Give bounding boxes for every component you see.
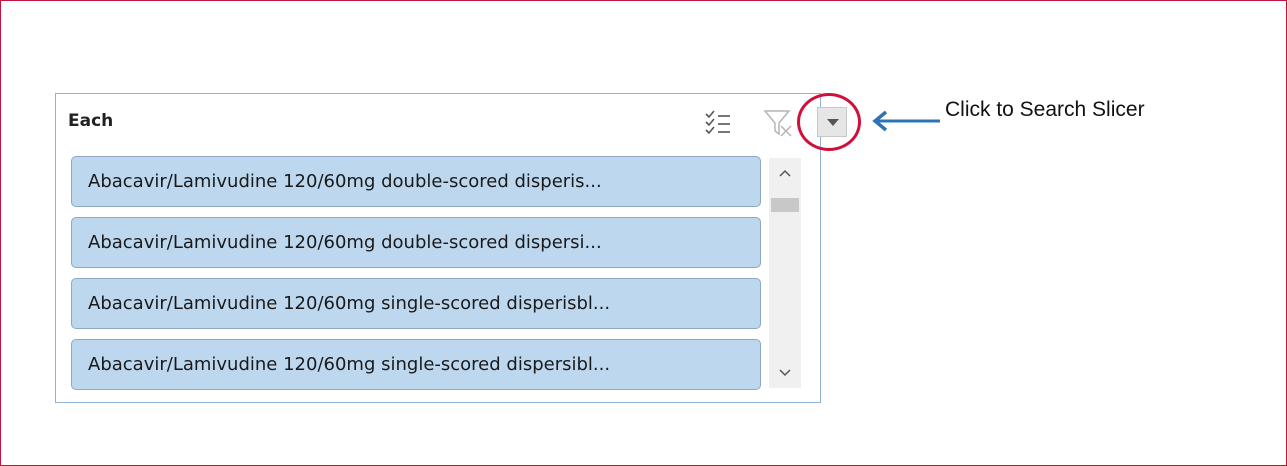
highlight-circle: [797, 93, 861, 151]
multi-select-icon[interactable]: [702, 106, 734, 138]
chevron-up-icon: [779, 169, 791, 177]
slicer-item[interactable]: Abacavir/Lamivudine 120/60mg double-scor…: [71, 217, 761, 268]
slicer-item[interactable]: Abacavir/Lamivudine 120/60mg double-scor…: [71, 156, 761, 207]
scroll-down-button[interactable]: [769, 358, 801, 388]
slicer-panel: Each Abacavir/Lamivudine 120/60mg double…: [55, 93, 847, 403]
slicer-item[interactable]: Abacavir/Lamivudine 120/60mg single-scor…: [71, 339, 761, 390]
slicer-item[interactable]: Abacavir/Lamivudine 120/60mg single-scor…: [71, 278, 761, 329]
scroll-up-button[interactable]: [769, 158, 801, 188]
left-arrow-icon: [872, 110, 940, 132]
callout-text: Click to Search Slicer: [945, 98, 1145, 121]
chevron-down-icon: [779, 369, 791, 377]
vertical-scrollbar[interactable]: [769, 158, 801, 388]
scroll-thumb[interactable]: [771, 198, 799, 212]
slicer-title: Each: [68, 111, 114, 131]
clear-filter-icon[interactable]: [762, 106, 794, 138]
